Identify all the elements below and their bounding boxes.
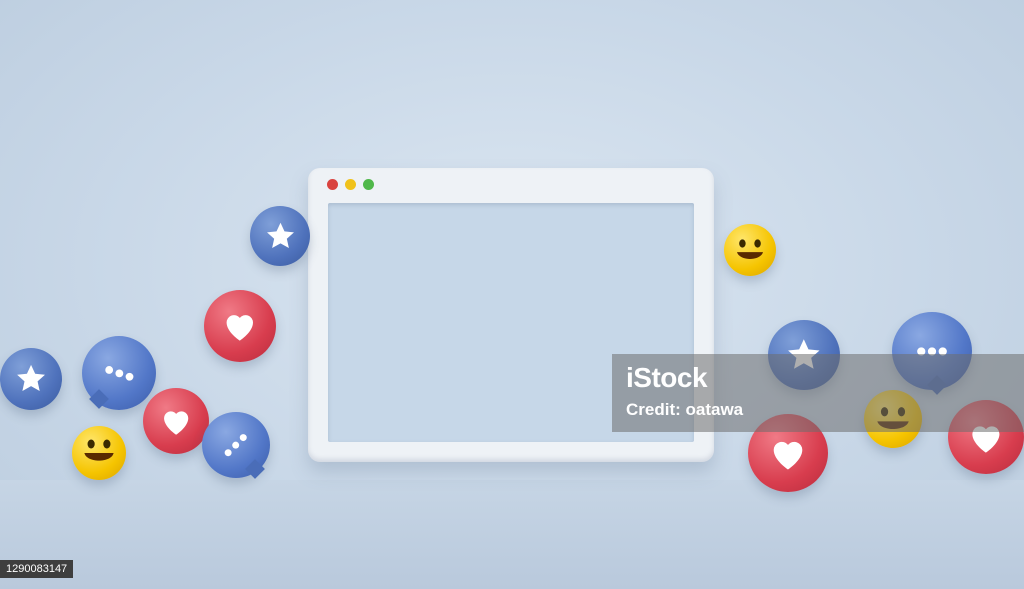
window-close-dot (327, 179, 338, 190)
image-id-label: 1290083147 (0, 560, 74, 578)
watermark-credit: Credit: oatawa (626, 400, 744, 419)
heart-icon (204, 290, 276, 362)
smiley-emoji-icon (72, 426, 126, 480)
watermark-brand: iStock (626, 362, 708, 393)
floor (0, 480, 1024, 589)
window-minimize-dot (345, 179, 356, 190)
star-icon (0, 348, 62, 410)
stock-watermark: iStock Credit: oatawa (612, 354, 1024, 432)
heart-icon (143, 388, 209, 454)
star-icon (250, 206, 310, 266)
window-maximize-dot (363, 179, 374, 190)
chat-dots-icon (202, 412, 270, 479)
chat-dots-icon (82, 336, 156, 410)
smiley-emoji-icon (724, 224, 776, 276)
